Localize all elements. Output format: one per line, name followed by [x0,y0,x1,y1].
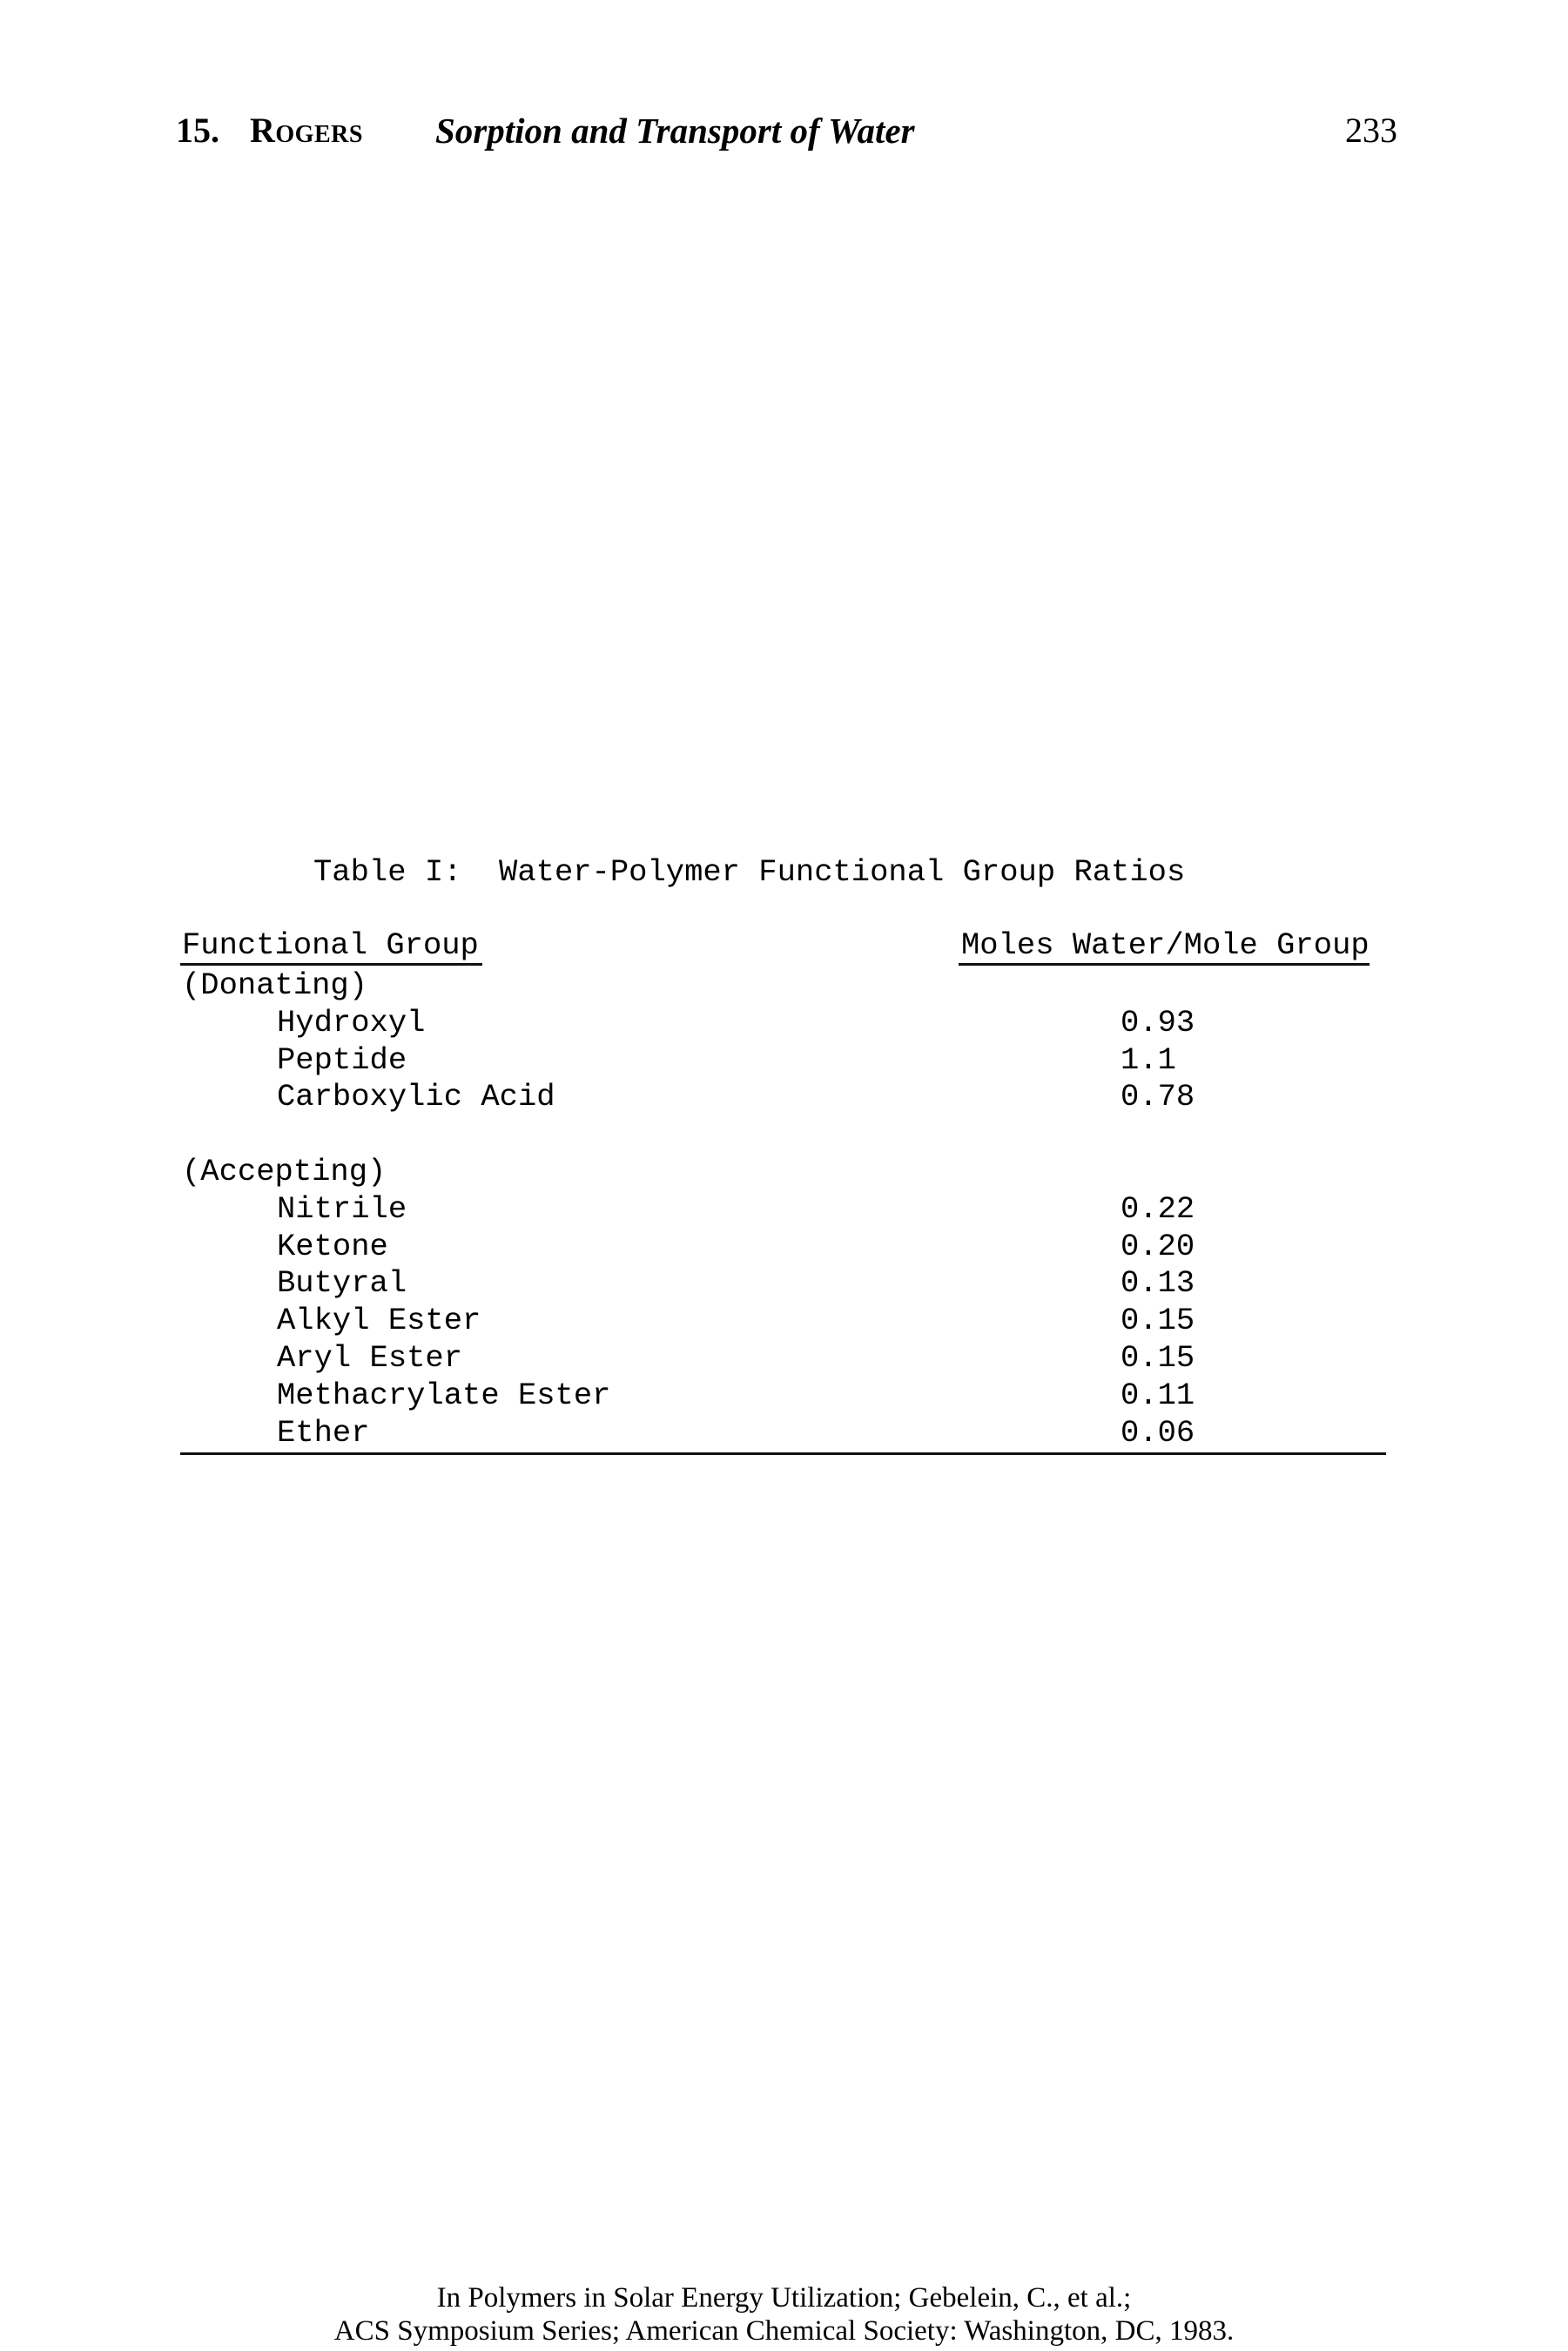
moles-water-value: 0.11 [1120,1377,1195,1413]
functional-group-name: Butyral [277,1265,407,1302]
table-row: Ether 0.06 [0,1414,1568,1452]
table-bottom-rule [180,1452,1386,1455]
moles-water-value: 0.13 [1120,1265,1195,1302]
table-row: Hydroxyl 0.93 [0,1004,1568,1041]
moles-water-value: 0.78 [1120,1079,1195,1115]
moles-water-value: 0.93 [1120,1004,1195,1041]
table-row: Alkyl Ester 0.15 [0,1302,1568,1339]
section-label: (Donating) [182,967,368,1003]
table-title: Table I: Water-Polymer Functional Group … [313,854,1186,890]
table-spacer-row [0,1115,1568,1153]
functional-group-name: Methacrylate Ester [277,1377,611,1413]
table-row: Nitrile 0.22 [0,1190,1568,1228]
chapter-title: Sorption and Transport of Water [435,111,915,151]
functional-group-name: Peptide [277,1041,407,1078]
citation-line-1: In Polymers in Solar Energy Utilization;… [436,2282,1132,2314]
page-number: 233 [1345,111,1397,150]
table-row: Aryl Ester 0.15 [0,1339,1568,1377]
moles-water-value: 0.06 [1120,1414,1195,1451]
functional-group-name: Nitrile [277,1190,407,1227]
table-row: Butyral 0.13 [0,1264,1568,1302]
functional-group-name: Alkyl Ester [277,1303,481,1339]
chapter-author: Rogers [250,111,363,150]
table-row: Peptide 1.1 [0,1041,1568,1079]
functional-group-name: Ketone [277,1228,388,1264]
table-section-row: (Accepting) [0,1153,1568,1190]
moles-water-value: 0.15 [1120,1303,1195,1339]
header-underline-left [180,963,482,966]
table-body: (Donating) Hydroxyl 0.93 Peptide 1.1 Carboxyl… [0,967,1568,1451]
moles-water-value: 0.15 [1120,1339,1195,1376]
functional-group-name: Ether [277,1414,370,1451]
header-underline-right [959,963,1369,966]
moles-water-value: 0.20 [1120,1228,1195,1264]
citation-line-2: ACS Symposium Series; American Chemical … [333,2315,1235,2347]
functional-group-name: Hydroxyl [277,1004,426,1041]
table-row: Carboxylic Acid 0.78 [0,1078,1568,1115]
column-header-functional-group: Functional Group [182,927,479,963]
functional-group-name: Carboxylic Acid [277,1079,555,1115]
table-row: Ketone 0.20 [0,1228,1568,1265]
moles-water-value: 0.22 [1120,1190,1195,1227]
table-row: Methacrylate Ester 0.11 [0,1377,1568,1414]
table-section-row: (Donating) [0,967,1568,1004]
chapter-number: 15. [176,111,219,150]
section-label: (Accepting) [182,1153,387,1189]
functional-group-name: Aryl Ester [277,1339,463,1376]
moles-water-value: 1.1 [1120,1041,1176,1078]
column-header-moles-water: Moles Water/Mole Group [961,927,1369,963]
